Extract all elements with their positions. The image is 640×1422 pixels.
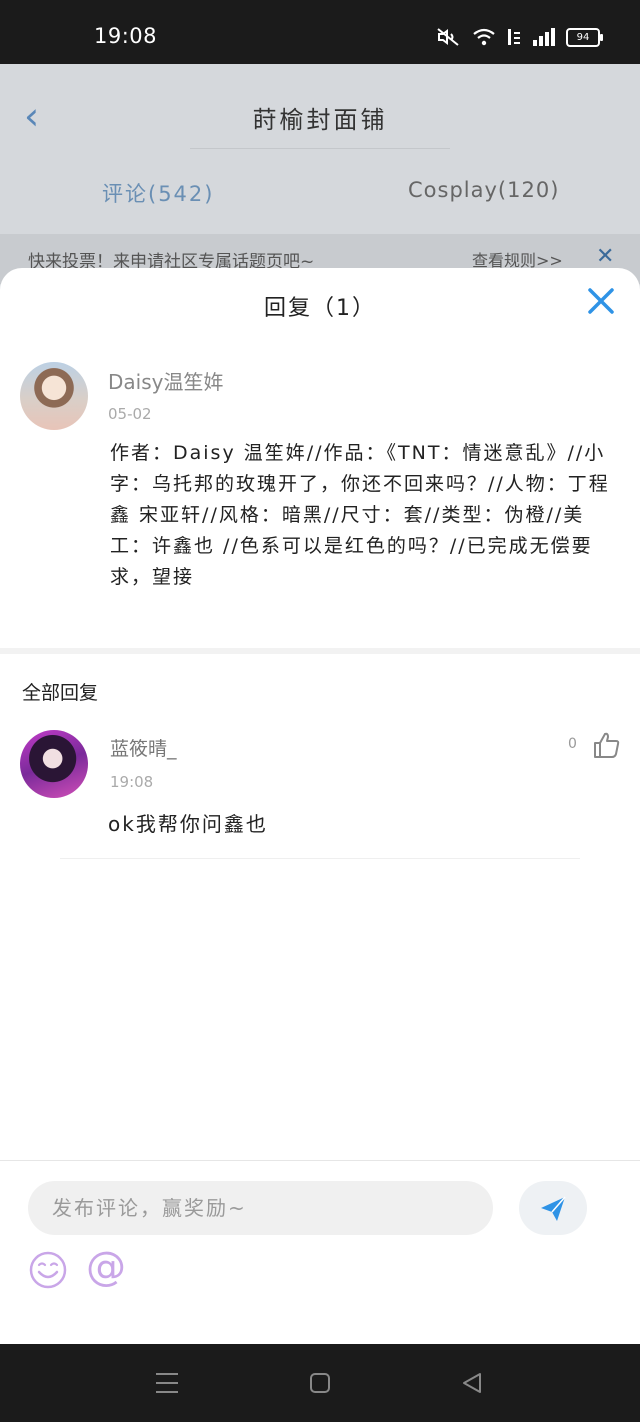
input-bar-divider <box>0 1160 640 1161</box>
replies-header: 全部回复 <box>22 682 99 704</box>
signal-icon <box>533 28 555 46</box>
comment-date: 05-02 <box>108 405 152 423</box>
reply-content: ok我帮你问鑫也 <box>108 812 268 836</box>
menu-icon[interactable] <box>154 1370 180 1396</box>
status-time: 19:08 <box>94 24 158 48</box>
notice-close-icon[interactable]: ✕ <box>596 244 614 269</box>
reply-date: 19:08 <box>110 773 154 791</box>
comment-content: 作者：Daisy 温笙姩//作品：《TNT：情迷意乱》//小字：乌托邦的玫瑰开了… <box>110 442 610 588</box>
send-button[interactable] <box>519 1181 587 1235</box>
wifi-icon <box>473 28 495 46</box>
system-nav-bar <box>0 1344 640 1422</box>
status-icons: 94 <box>436 27 603 47</box>
send-icon <box>541 1196 566 1221</box>
comment-author[interactable]: Daisy温笙姩 <box>108 366 223 395</box>
sheet-title: 回复（1） <box>264 296 376 321</box>
avatar[interactable] <box>20 362 88 430</box>
mention-icon[interactable]: @ <box>86 1244 126 1290</box>
reply-author[interactable]: 蓝筱晴_ <box>110 734 177 761</box>
page-title: 莳榆封面铺 <box>252 106 388 134</box>
battery-icon: 94 <box>566 27 603 47</box>
status-bar: 19:08 94 <box>0 0 640 64</box>
tab-comments[interactable]: 评论(542) <box>102 178 214 208</box>
title-divider <box>190 148 450 149</box>
comment-input[interactable] <box>28 1181 493 1235</box>
reply-avatar[interactable] <box>20 730 88 798</box>
volte-icon <box>508 29 520 45</box>
tab-cosplay[interactable]: Cosplay(120) <box>408 178 559 202</box>
home-icon[interactable] <box>309 1372 331 1394</box>
reply-divider <box>60 858 580 859</box>
emoji-icon[interactable] <box>28 1250 68 1290</box>
close-icon[interactable] <box>586 286 616 316</box>
section-divider <box>0 648 640 654</box>
back-nav-icon[interactable] <box>460 1371 484 1395</box>
mute-icon <box>437 28 459 46</box>
like-count: 0 <box>568 736 577 752</box>
thumbs-up-icon[interactable] <box>592 730 622 760</box>
